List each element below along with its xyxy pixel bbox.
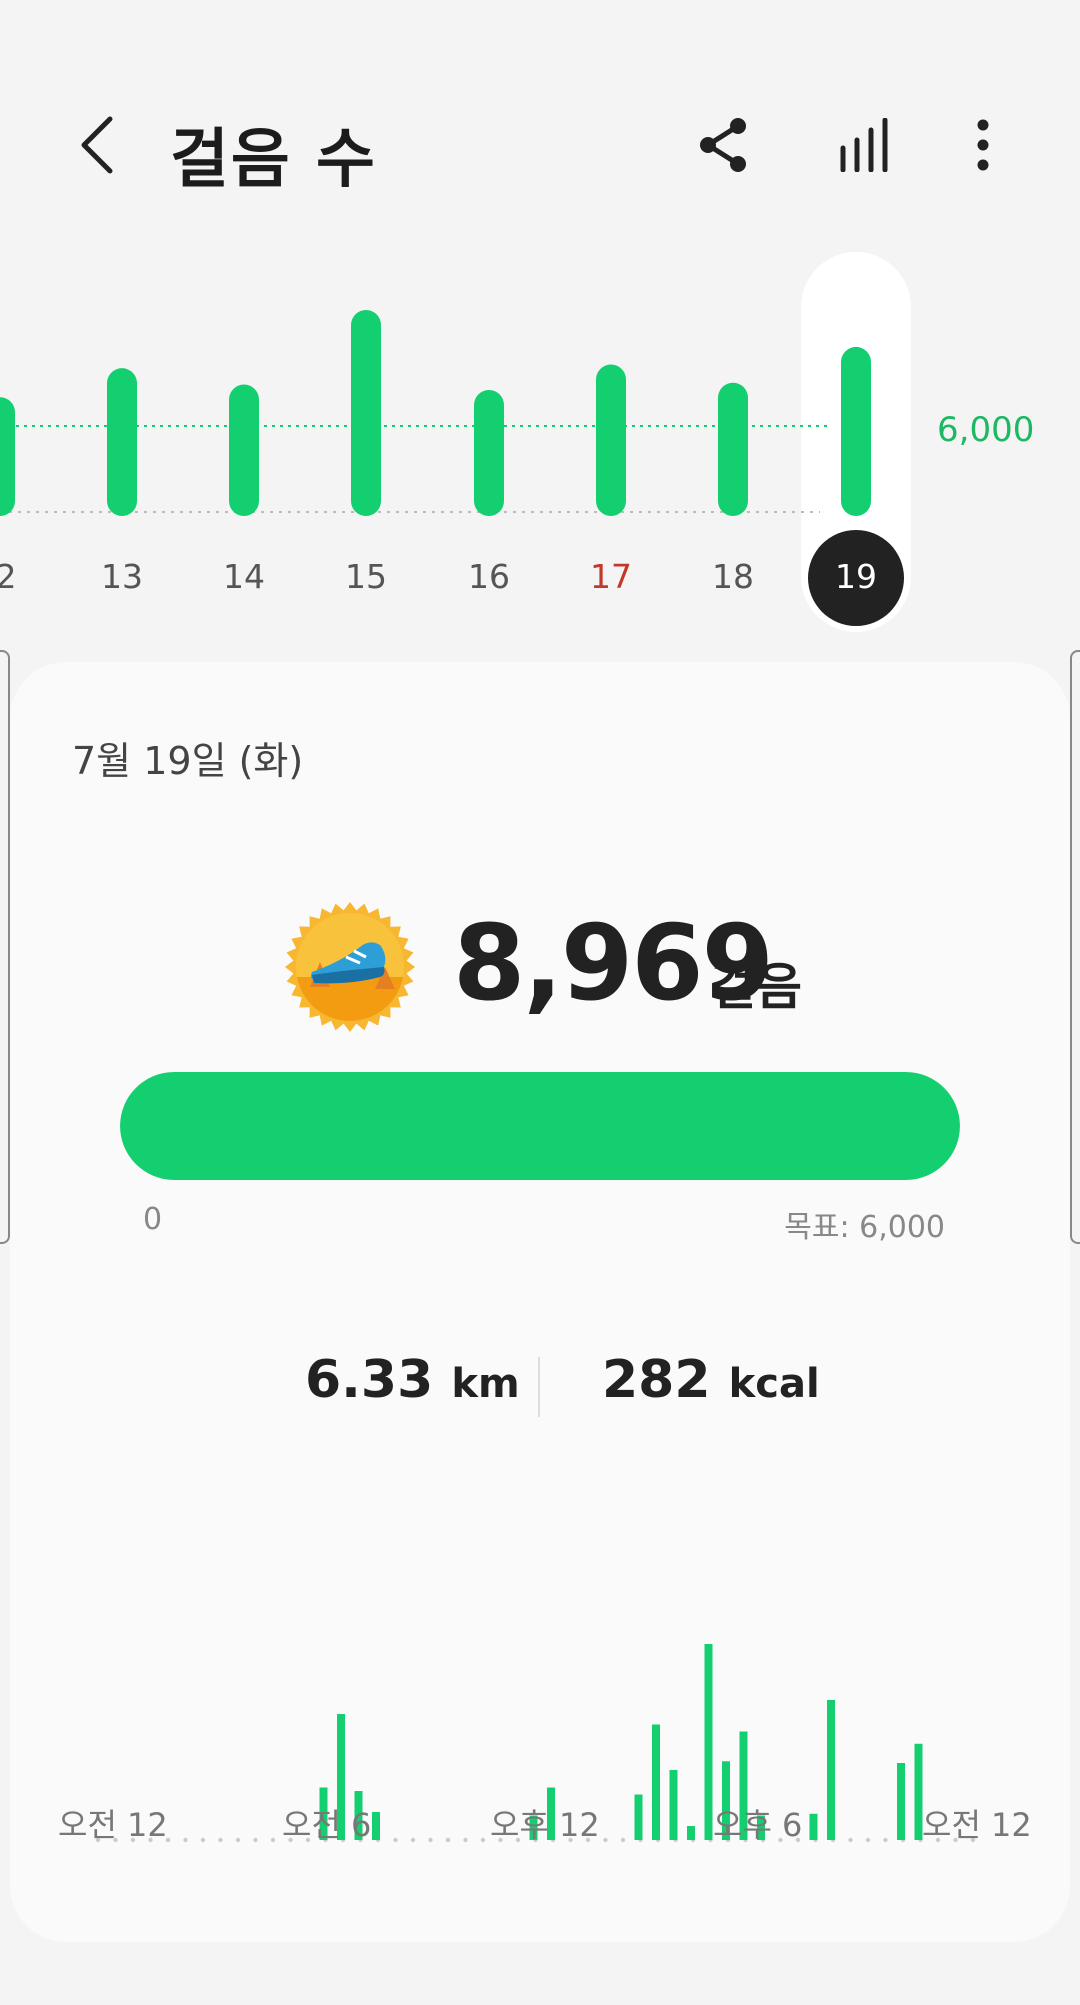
more-options-button[interactable] <box>943 105 1023 185</box>
weekly-steps-chart[interactable]: 6,000 2 13 14 15 16 17 18 19 <box>0 250 1080 650</box>
hour-axis-label: 오전 6 <box>282 1806 372 1844</box>
hour-axis-label: 오후 12 <box>490 1806 600 1844</box>
day-label-15[interactable]: 15 <box>326 557 406 596</box>
baseline-dot <box>183 1837 188 1843</box>
baseline-dot <box>883 1837 888 1843</box>
hourly-bar[interactable] <box>372 1812 380 1840</box>
hour-axis-label: 오전 12 <box>58 1806 168 1844</box>
baseline-dot <box>848 1837 853 1843</box>
stat-divider <box>538 1357 540 1417</box>
hourly-bar[interactable] <box>809 1813 818 1840</box>
day-bar-19[interactable] <box>841 346 871 516</box>
progress-goal-label: 목표: 6,000 <box>784 1210 945 1245</box>
next-card-edge[interactable] <box>1070 650 1080 1244</box>
daily-summary-card: 7월 19일 (화) 8,969 걸음 0 목표: 6,000 6.33 km <box>10 662 1070 1942</box>
day-bar-2[interactable] <box>0 397 15 516</box>
page-title: 걸음 수 <box>170 123 377 197</box>
baseline-dot <box>865 1837 871 1843</box>
previous-card-edge[interactable] <box>0 650 10 1244</box>
hourly-bar[interactable] <box>687 1826 695 1840</box>
goal-line-label: 6,000 <box>937 410 1035 450</box>
calories-value: 282 <box>602 1350 711 1410</box>
baseline-dot <box>463 1837 468 1843</box>
hourly-bar[interactable] <box>704 1644 713 1840</box>
day-bar-17[interactable] <box>596 364 626 516</box>
day-label-14[interactable]: 14 <box>204 557 284 596</box>
baseline-dot <box>218 1837 223 1843</box>
baseline-dot <box>410 1837 416 1843</box>
hourly-bar[interactable] <box>827 1700 835 1840</box>
date-label: 7월 19일 (화) <box>72 739 304 783</box>
baseline-dot <box>620 1837 626 1843</box>
baseline-dot <box>235 1837 241 1843</box>
baseline-dot <box>270 1837 276 1843</box>
hour-axis-label: 오후 6 <box>713 1806 803 1844</box>
hour-axis-label: 오전 12 <box>922 1806 1032 1844</box>
statistics-button[interactable] <box>825 105 905 185</box>
more-vert-icon <box>977 119 989 171</box>
baseline-dot <box>428 1837 433 1843</box>
goal-progress-bar <box>120 1072 960 1180</box>
baseline-dot <box>480 1837 486 1843</box>
calories-stat: 282 kcal <box>602 1350 820 1410</box>
back-icon <box>81 116 113 174</box>
hourly-bar[interactable] <box>669 1770 678 1840</box>
distance-stat: 6.33 km <box>305 1350 520 1410</box>
day-label-13[interactable]: 13 <box>82 557 162 596</box>
day-label-16[interactable]: 16 <box>449 557 529 596</box>
hourly-bar[interactable] <box>652 1724 660 1841</box>
baseline-dot <box>393 1837 398 1843</box>
back-button[interactable] <box>58 100 138 190</box>
goal-achieved-badge-icon <box>285 902 415 1032</box>
day-bar-14[interactable] <box>229 384 259 516</box>
calories-unit: kcal <box>728 1361 820 1407</box>
baseline-dot <box>200 1837 206 1843</box>
share-button[interactable] <box>683 105 763 185</box>
baseline-dot <box>253 1837 258 1843</box>
share-icon <box>700 118 746 172</box>
progress-min-label: 0 <box>143 1202 163 1237</box>
day-bar-16[interactable] <box>474 390 504 516</box>
day-label-18[interactable]: 18 <box>693 557 773 596</box>
goal-progress-fill <box>120 1072 960 1180</box>
steps-unit: 걸음 <box>710 958 802 1016</box>
day-bar-18[interactable] <box>718 382 748 516</box>
app-header: 걸음 수 <box>0 0 1080 290</box>
baseline-dot <box>445 1837 451 1843</box>
baseline-dot <box>603 1837 608 1843</box>
day-label-19[interactable]: 19 <box>816 557 896 596</box>
day-label-2[interactable]: 2 <box>0 557 46 596</box>
hourly-bar[interactable] <box>634 1794 643 1841</box>
distance-value: 6.33 <box>305 1350 434 1410</box>
weekly-chart-svg <box>0 252 911 632</box>
bar-chart-icon <box>840 118 888 172</box>
distance-unit: km <box>451 1361 520 1407</box>
day-bar-15[interactable] <box>351 310 381 516</box>
day-bar-13[interactable] <box>107 368 137 516</box>
hourly-bar[interactable] <box>897 1763 905 1840</box>
bottom-spacer <box>0 1942 1080 2005</box>
day-label-17[interactable]: 17 <box>571 557 651 596</box>
